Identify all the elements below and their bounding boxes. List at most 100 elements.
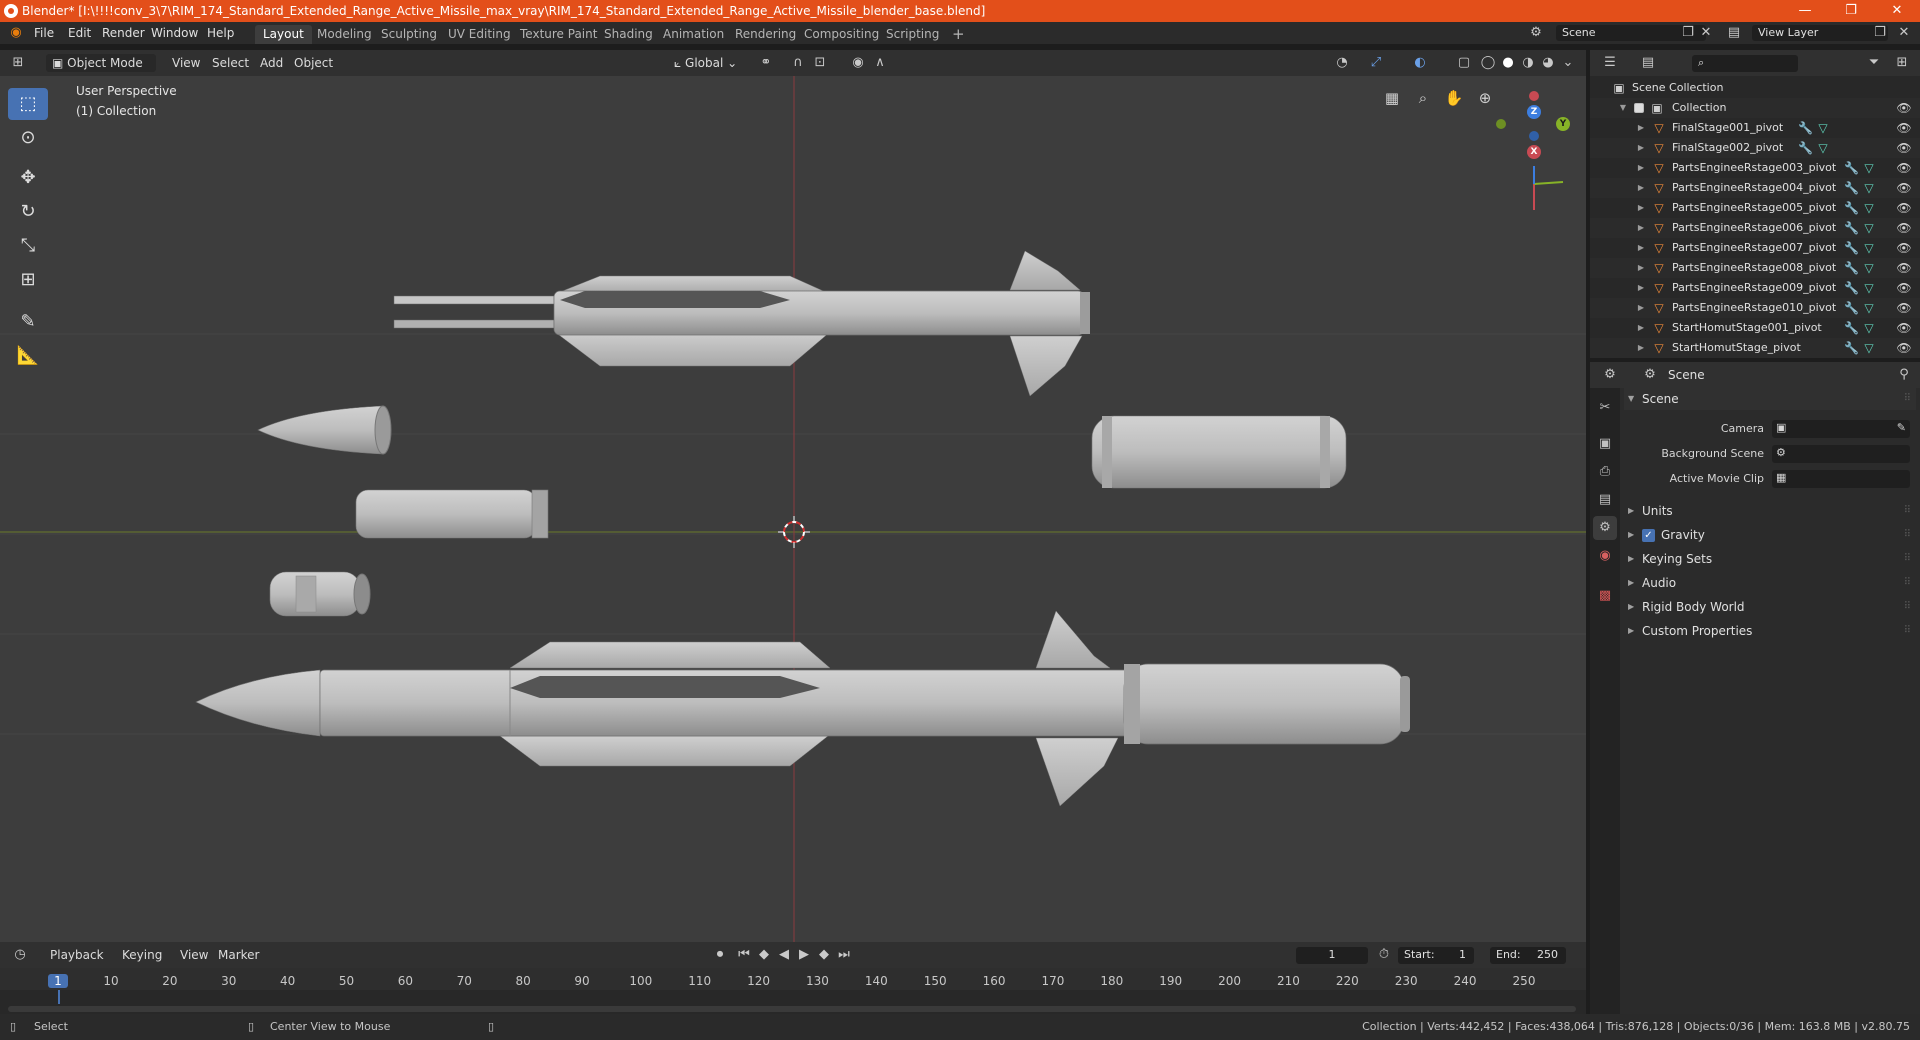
mesh-filter-icon[interactable]: ▽ (1816, 118, 1830, 138)
material-shading-icon[interactable]: ◑ (1520, 55, 1536, 71)
collection-checkbox[interactable] (1634, 103, 1644, 113)
delete-scene-icon[interactable]: ✕ (1698, 25, 1714, 41)
drag-handle-icon[interactable]: ⠿ (1904, 572, 1912, 594)
tab-texture-paint[interactable]: Texture Paint (512, 25, 605, 44)
mesh-filter-icon[interactable]: ▽ (1816, 138, 1830, 158)
close-button[interactable]: ✕ (1874, 0, 1920, 22)
wrench-icon[interactable]: 🔧 (1844, 218, 1859, 238)
outliner-object-row[interactable]: ▶ ▽ PartsEngineeRstage009_pivot 🔧 ▽ 👁 (1590, 278, 1920, 298)
frame-ruler[interactable]: 1 10 20 30 40 50 60 70 80 90 100 110 120 130 140 150 160… (0, 968, 1586, 990)
mesh-filter-icon[interactable]: ▽ (1862, 318, 1876, 338)
jump-keyframe-back-icon[interactable]: ◆ (756, 947, 772, 963)
outliner-object-row[interactable]: ▶ ▽ PartsEngineeRstage005_pivot 🔧 ▽ 👁 (1590, 198, 1920, 218)
mesh-filter-icon[interactable]: ▽ (1862, 178, 1876, 198)
properties-editor-type-icon[interactable]: ⚙ (1602, 367, 1618, 383)
move-tool-icon[interactable]: ✥ (8, 162, 48, 194)
eye-icon[interactable]: 👁 (1896, 318, 1912, 338)
gravity-checkbox[interactable]: ✓ (1642, 529, 1655, 542)
outliner-editor-type-icon[interactable]: ☰ (1602, 55, 1618, 71)
tab-layout[interactable]: Layout (255, 25, 312, 44)
tab-scripting[interactable]: Scripting (878, 25, 947, 44)
wrench-icon[interactable]: 🔧 (1844, 318, 1859, 338)
view-layer-icon[interactable]: ▤ (1726, 25, 1742, 41)
tab-sculpting[interactable]: Sculpting (373, 25, 445, 44)
background-scene-field[interactable]: ⚙ (1772, 445, 1910, 463)
stopwatch-icon[interactable]: ⏱ (1376, 947, 1392, 963)
drag-handle-icon[interactable]: ⠿ (1904, 524, 1912, 546)
tab-shading[interactable]: Shading (596, 25, 661, 44)
camera-field[interactable]: ▣ ✎ (1772, 420, 1910, 438)
drag-handle-icon[interactable]: ⠿ (1904, 548, 1912, 570)
outliner-object-row[interactable]: ▶ ▽ PartsEngineeRstage010_pivot 🔧 ▽ 👁 (1590, 298, 1920, 318)
eye-icon[interactable]: 👁 (1896, 138, 1912, 158)
solid-shading-icon[interactable]: ● (1500, 55, 1516, 71)
texture-tab-icon[interactable]: ▩ (1593, 584, 1617, 608)
scene-panel-header[interactable]: ▼ Scene ⠿ (1624, 388, 1916, 410)
measure-tool-icon[interactable]: 📐 (8, 340, 48, 372)
wrench-icon[interactable]: 🔧 (1844, 178, 1859, 198)
gizmo-y-axis[interactable]: Y (1556, 117, 1570, 131)
snap-magnet-icon[interactable]: ∩ (790, 55, 806, 71)
tab-compositing[interactable]: Compositing (796, 25, 887, 44)
expand-triangle-icon[interactable]: ▶ (1636, 178, 1646, 198)
outliner-search-input[interactable]: ⌕ (1692, 55, 1798, 72)
outliner[interactable]: ▣ Scene Collection ▼ ▣ Collection 👁 ▶ ▽ Fi… (1590, 76, 1920, 358)
proportional-edit-icon[interactable]: ◉ (850, 55, 866, 71)
world-tab-icon[interactable]: ◉ (1593, 544, 1617, 568)
expand-triangle-icon[interactable]: ▶ (1636, 218, 1646, 238)
add-workspace-button[interactable]: + (944, 25, 973, 44)
display-mode-icon[interactable]: ▤ (1640, 55, 1656, 71)
tab-uv-editing[interactable]: UV Editing (440, 25, 519, 44)
eyedropper-icon[interactable]: ✎ (1897, 421, 1906, 434)
pan-hand-icon[interactable]: ✋ (1440, 84, 1468, 112)
drag-handle-icon[interactable]: ⠿ (1904, 596, 1912, 618)
scene-selector-icon[interactable]: ⚙ (1528, 25, 1544, 41)
outliner-object-row[interactable]: ▶ ▽ PartsEngineeRstage003_pivot 🔧 ▽ 👁 (1590, 158, 1920, 178)
menu-help[interactable]: Help (207, 25, 234, 41)
expand-triangle-icon[interactable]: ▶ (1636, 318, 1646, 338)
eye-icon[interactable]: 👁 (1896, 98, 1912, 118)
tab-animation[interactable]: Animation (655, 25, 732, 44)
outliner-scene-collection[interactable]: ▣ Scene Collection (1590, 78, 1920, 98)
timeline-body[interactable]: 1 10 20 30 40 50 60 70 80 90 100 110 120 130 140 150 160… (0, 968, 1586, 1014)
3d-viewport[interactable]: Z Y X User Perspective (1) Collection ▦ … (0, 76, 1586, 942)
eye-icon[interactable]: 👁 (1896, 258, 1912, 278)
wrench-icon[interactable]: 🔧 (1844, 338, 1859, 358)
minimize-button[interactable]: — (1782, 0, 1828, 22)
expand-triangle-icon[interactable]: ▶ (1636, 278, 1646, 298)
new-collection-icon[interactable]: ⊞ (1894, 55, 1910, 71)
keying-sets-panel-header[interactable]: ▶ Keying Sets ⠿ (1624, 548, 1916, 570)
expand-triangle-icon[interactable]: ▶ (1636, 198, 1646, 218)
drag-handle-icon[interactable]: ⠿ (1904, 500, 1912, 522)
eye-icon[interactable]: 👁 (1896, 118, 1912, 138)
menu-file[interactable]: File (34, 25, 54, 41)
gizmo-x-axis[interactable]: X (1527, 145, 1541, 159)
rotate-tool-icon[interactable]: ↻ (8, 196, 48, 228)
mode-selector[interactable]: ▣ Object Mode ⌄ (46, 54, 156, 88)
menu-window[interactable]: Window (151, 25, 198, 41)
units-panel-header[interactable]: ▶ Units ⠿ (1624, 500, 1916, 522)
select-box-tool-icon[interactable]: ⬚ (8, 88, 48, 120)
menu-playback[interactable]: Playback (44, 946, 110, 964)
start-frame-field[interactable]: Start: 1 (1398, 947, 1474, 964)
rendered-shading-icon[interactable]: ◕ (1540, 55, 1556, 71)
expand-triangle-icon[interactable]: ▶ (1636, 338, 1646, 358)
tab-modeling[interactable]: Modeling (309, 25, 380, 44)
outliner-object-row[interactable]: ▶ ▽ PartsEngineeRstage008_pivot 🔧 ▽ 👁 (1590, 258, 1920, 278)
falloff-icon[interactable]: ∧ (872, 55, 888, 71)
wrench-icon[interactable]: 🔧 (1844, 278, 1859, 298)
mesh-filter-icon[interactable]: ▽ (1862, 198, 1876, 218)
outliner-object-row[interactable]: ▶ ▽ PartsEngineeRstage006_pivot 🔧 ▽ 👁 (1590, 218, 1920, 238)
outliner-object-row[interactable]: ▶ ▽ PartsEngineeRstage004_pivot 🔧 ▽ 👁 (1590, 178, 1920, 198)
wrench-icon[interactable]: 🔧 (1844, 158, 1859, 178)
zoom-icon[interactable]: ⊕ (1471, 84, 1499, 112)
end-frame-field[interactable]: End: 250 (1490, 947, 1566, 964)
record-icon[interactable]: ⏺ (712, 947, 728, 963)
custom-properties-panel-header[interactable]: ▶ Custom Properties ⠿ (1624, 620, 1916, 642)
outliner-object-row[interactable]: ▶ ▽ FinalStage002_pivot 🔧 ▽ 👁 (1590, 138, 1920, 158)
eye-icon[interactable]: 👁 (1896, 278, 1912, 298)
expand-triangle-icon[interactable]: ▶ (1636, 138, 1646, 158)
mesh-filter-icon[interactable]: ▽ (1862, 298, 1876, 318)
annotate-tool-icon[interactable]: ✎ (8, 306, 48, 338)
drag-handle-icon[interactable]: ⠿ (1904, 388, 1912, 410)
